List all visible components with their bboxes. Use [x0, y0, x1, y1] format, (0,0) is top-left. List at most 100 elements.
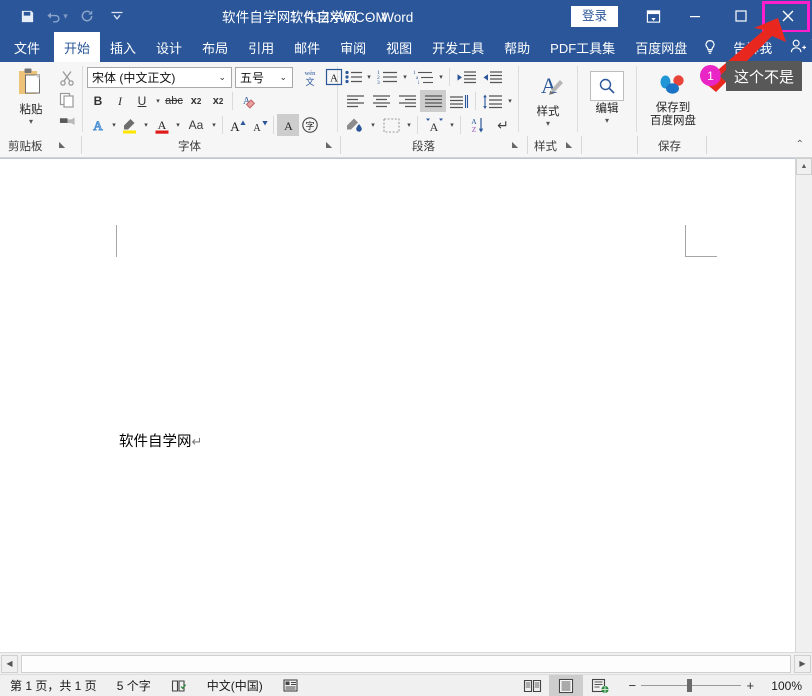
read-mode-view-button[interactable] — [515, 675, 549, 696]
save-to-baidu-button[interactable]: 保存到 百度网盘 — [641, 69, 705, 128]
show-formatting-marks-button[interactable]: ↵ — [490, 114, 516, 136]
tab-pdf-tools[interactable]: PDF工具集 — [540, 32, 625, 62]
customize-qat-icon[interactable] — [102, 3, 132, 29]
paste-button[interactable]: 粘贴 ▾ — [8, 65, 54, 126]
tab-file[interactable]: 文件 — [0, 32, 54, 62]
italic-button[interactable]: I — [109, 90, 131, 112]
strikethrough-button[interactable]: abc — [163, 90, 185, 112]
minimize-button[interactable] — [672, 0, 718, 32]
chinese-layout-dropdown-icon[interactable]: ▾ — [447, 121, 457, 129]
horizontal-scroll-thumb[interactable] — [21, 654, 791, 673]
tab-baidu-netdisk[interactable]: 百度网盘 — [625, 32, 697, 62]
text-effects-button[interactable]: A — [87, 114, 109, 136]
align-left-button[interactable] — [342, 90, 368, 112]
font-name-chevron-down-icon[interactable]: ⌄ — [215, 72, 229, 83]
font-color-dropdown-icon[interactable]: ▾ — [173, 121, 183, 129]
highlight-color-button[interactable] — [119, 114, 141, 136]
clear-formatting-button[interactable]: A — [236, 90, 258, 112]
tab-help[interactable]: 帮助 — [494, 32, 540, 62]
tab-insert[interactable]: 插入 — [100, 32, 146, 62]
vertical-scrollbar[interactable]: ▲ — [795, 158, 812, 652]
tell-me-lightbulb-icon[interactable] — [697, 32, 723, 62]
editing-dropdown-icon[interactable]: ▾ — [605, 117, 609, 125]
subscript-button[interactable]: x2 — [185, 90, 207, 112]
numbering-button[interactable]: 123 — [374, 66, 400, 88]
font-name-combo[interactable]: 宋体 (中文正文) ⌄ — [87, 66, 232, 88]
superscript-button[interactable]: x2 — [207, 90, 229, 112]
zoom-in-button[interactable]: + — [741, 678, 759, 693]
horizontal-scrollbar[interactable]: ◀ ▶ — [0, 652, 812, 674]
clipboard-dialog-launcher[interactable]: ◣ — [59, 140, 68, 149]
enclose-characters-button[interactable]: 字 — [299, 114, 321, 136]
accessibility-icon[interactable] — [273, 678, 308, 693]
font-size-chevron-down-icon[interactable]: ⌄ — [276, 72, 290, 83]
document-area[interactable]: 软件自学网↵ — [0, 158, 812, 653]
redo-icon[interactable] — [72, 3, 102, 29]
bold-button[interactable]: B — [87, 90, 109, 112]
shading-button[interactable] — [342, 114, 368, 136]
phonetic-guide-button[interactable]: wén 文 — [297, 66, 323, 88]
tab-mailings[interactable]: 邮件 — [284, 32, 330, 62]
styles-dialog-launcher[interactable]: ◣ — [566, 140, 575, 149]
bullets-dropdown-icon[interactable]: ▾ — [364, 73, 374, 81]
multilevel-dropdown-icon[interactable]: ▾ — [436, 73, 446, 81]
font-size-combo[interactable]: 五号 ⌄ — [235, 66, 293, 88]
borders-button[interactable] — [378, 114, 404, 136]
tab-developer[interactable]: 开发工具 — [422, 32, 494, 62]
tab-home[interactable]: 开始 — [54, 32, 101, 62]
shrink-font-button[interactable]: A — [248, 114, 270, 136]
decrease-indent-button[interactable] — [453, 66, 479, 88]
borders-dropdown-icon[interactable]: ▾ — [404, 121, 414, 129]
character-shading-button[interactable]: A — [277, 114, 299, 136]
multilevel-list-button[interactable]: 1ai — [410, 66, 436, 88]
tab-review[interactable]: 审阅 — [330, 32, 376, 62]
distribute-button[interactable] — [446, 90, 472, 112]
font-dialog-launcher[interactable]: ◣ — [326, 140, 335, 149]
underline-button[interactable]: U — [131, 90, 153, 112]
tab-view[interactable]: 视图 — [376, 32, 422, 62]
bullets-button[interactable] — [342, 66, 364, 88]
align-right-button[interactable] — [394, 90, 420, 112]
change-case-button[interactable]: Aa — [183, 114, 209, 136]
document-body-text[interactable]: 软件自学网↵ — [119, 430, 202, 451]
zoom-control[interactable]: − + — [617, 678, 765, 693]
align-center-button[interactable] — [368, 90, 394, 112]
tab-references[interactable]: 引用 — [238, 32, 284, 62]
chinese-layout-button[interactable]: A — [421, 114, 447, 136]
format-painter-button[interactable] — [56, 111, 78, 133]
editing-button[interactable]: 编辑 ▾ — [582, 69, 632, 125]
maximize-button[interactable] — [718, 0, 764, 32]
document-page[interactable]: 软件自学网↵ — [2, 159, 790, 653]
sign-in-button[interactable]: 登录 — [570, 5, 618, 27]
shading-dropdown-icon[interactable]: ▾ — [368, 121, 378, 129]
line-spacing-dropdown-icon[interactable]: ▾ — [505, 97, 515, 105]
save-icon[interactable] — [12, 3, 42, 29]
zoom-out-button[interactable]: − — [623, 678, 641, 693]
scroll-right-button[interactable]: ▶ — [794, 654, 811, 673]
styles-button[interactable]: A 样式 ▾ — [523, 69, 573, 128]
underline-dropdown-icon[interactable]: ▾ — [153, 97, 163, 105]
tab-tell-me[interactable]: 告诉我 — [723, 32, 782, 62]
language-indicator[interactable]: 中文(中国) — [197, 677, 273, 694]
line-spacing-button[interactable] — [479, 90, 505, 112]
scroll-up-button[interactable]: ▲ — [796, 158, 812, 175]
highlight-dropdown-icon[interactable]: ▾ — [141, 121, 151, 129]
numbering-dropdown-icon[interactable]: ▾ — [400, 73, 410, 81]
zoom-slider[interactable] — [641, 679, 742, 692]
tab-design[interactable]: 设计 — [146, 32, 192, 62]
sort-button[interactable]: AZ — [464, 114, 490, 136]
increase-indent-button[interactable] — [479, 66, 505, 88]
page-indicator[interactable]: 第 1 页，共 1 页 — [0, 677, 107, 694]
paragraph-dialog-launcher[interactable]: ◣ — [512, 140, 521, 149]
text-effects-dropdown-icon[interactable]: ▾ — [109, 121, 119, 129]
font-color-button[interactable]: A — [151, 114, 173, 136]
ribbon-display-options-icon[interactable] — [634, 0, 672, 32]
proofing-status-icon[interactable] — [161, 679, 197, 693]
cut-button[interactable] — [56, 67, 78, 89]
web-layout-view-button[interactable] — [583, 675, 617, 696]
styles-dropdown-icon[interactable]: ▾ — [546, 120, 550, 128]
grow-font-button[interactable]: A — [226, 114, 248, 136]
print-layout-view-button[interactable] — [549, 675, 584, 696]
scroll-left-button[interactable]: ◀ — [1, 654, 18, 673]
paste-dropdown-icon[interactable]: ▾ — [29, 118, 33, 126]
